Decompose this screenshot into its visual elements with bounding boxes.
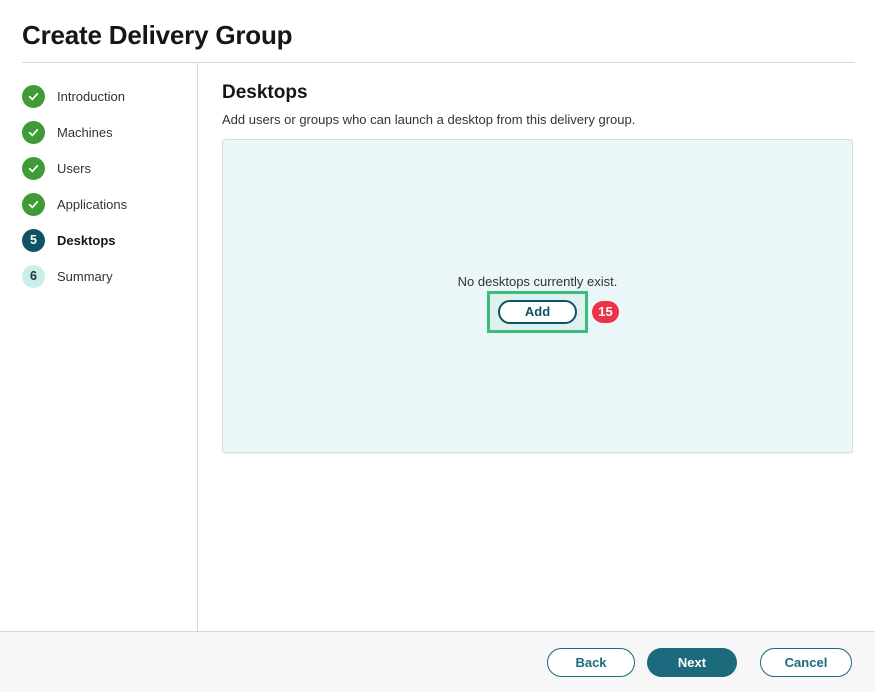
wizard-steps-list: Introduction Machines Users Applications 5 De… bbox=[0, 63, 197, 294]
wizard-footer: Back Next Cancel bbox=[0, 631, 875, 692]
annotation-number-badge: 15 bbox=[592, 300, 619, 323]
annotation-highlight-box: Add bbox=[487, 290, 588, 333]
next-button[interactable]: Next bbox=[647, 647, 737, 677]
sidebar-step-label: Users bbox=[57, 160, 91, 176]
add-button[interactable]: Add bbox=[498, 299, 577, 324]
check-icon bbox=[22, 156, 45, 180]
step-number-badge: 6 bbox=[22, 264, 45, 288]
add-button-annotation-group: Add 15 bbox=[487, 290, 619, 333]
check-icon bbox=[22, 84, 45, 108]
empty-state-message: No desktops currently exist. bbox=[457, 273, 618, 289]
check-icon bbox=[22, 192, 45, 216]
sidebar-step-applications[interactable]: Applications bbox=[22, 186, 197, 222]
back-button[interactable]: Back bbox=[547, 647, 635, 677]
sidebar-step-summary[interactable]: 6 Summary bbox=[22, 258, 197, 294]
step-heading: Desktops bbox=[222, 82, 308, 103]
step-description: Add users or groups who can launch a des… bbox=[222, 112, 636, 127]
empty-state: No desktops currently exist. Add 15 bbox=[457, 273, 619, 333]
sidebar-step-machines[interactable]: Machines bbox=[22, 114, 197, 150]
step-number-badge: 5 bbox=[22, 228, 45, 252]
page-title: Create Delivery Group bbox=[22, 20, 293, 50]
wizard-steps-sidebar: Introduction Machines Users Applications 5 De… bbox=[0, 63, 198, 631]
sidebar-step-label: Introduction bbox=[57, 88, 125, 104]
sidebar-step-introduction[interactable]: Introduction bbox=[22, 78, 197, 114]
cancel-button[interactable]: Cancel bbox=[760, 647, 852, 677]
sidebar-step-label: Applications bbox=[57, 196, 128, 212]
check-icon bbox=[22, 120, 45, 144]
sidebar-step-users[interactable]: Users bbox=[22, 150, 197, 186]
sidebar-step-label: Desktops bbox=[57, 232, 116, 248]
sidebar-step-label: Machines bbox=[57, 124, 113, 140]
desktops-empty-panel: No desktops currently exist. Add 15 bbox=[222, 139, 853, 453]
sidebar-step-label: Summary bbox=[57, 268, 113, 284]
sidebar-step-desktops[interactable]: 5 Desktops bbox=[22, 222, 197, 258]
